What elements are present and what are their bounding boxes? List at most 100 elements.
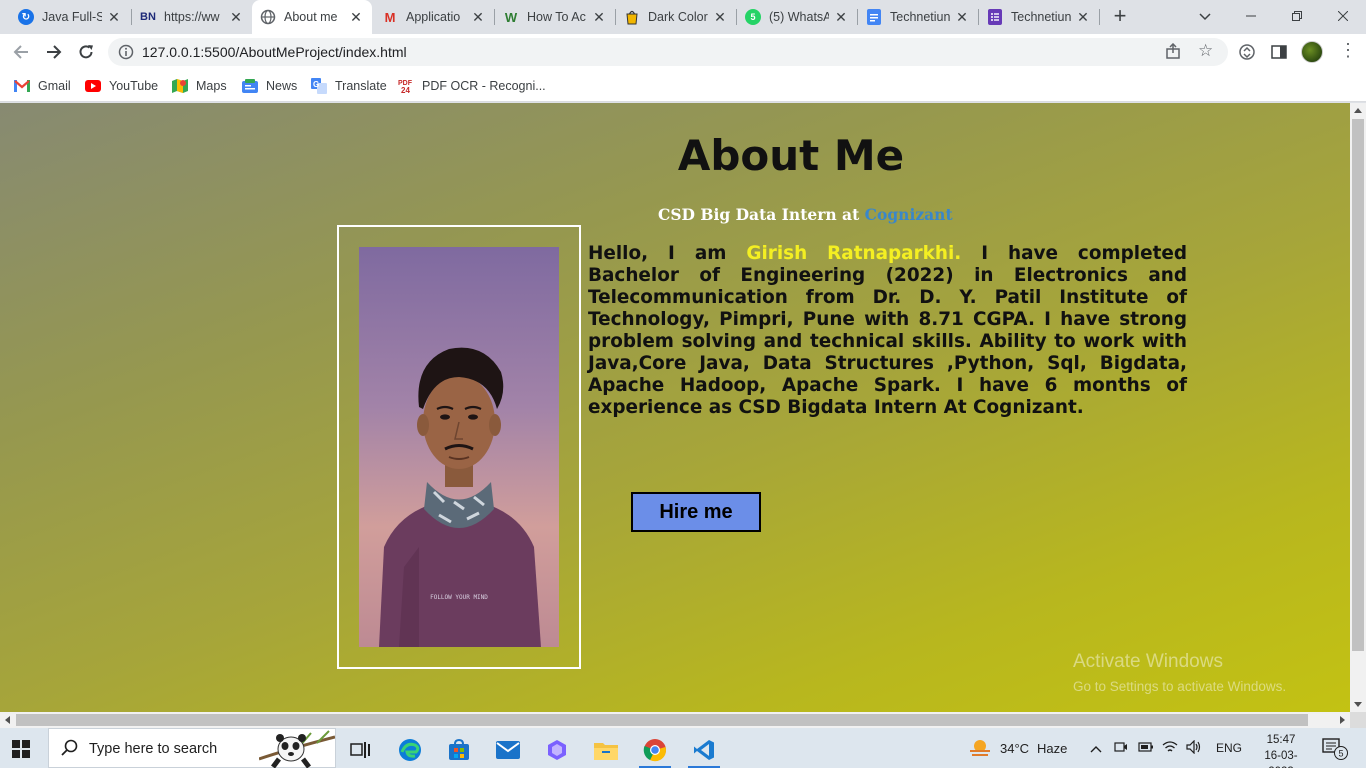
windows-start-icon[interactable] [12,740,30,763]
share-icon[interactable] [1165,42,1181,64]
person-name: Girish Ratnaparkhi. [746,243,962,264]
tab-bn-site[interactable]: BN https://ww ✕ [132,0,252,34]
tab-whatsapp[interactable]: 5 (5) WhatsA ✕ [737,0,857,34]
scrollbar-thumb[interactable] [1352,119,1364,651]
vscode-icon[interactable] [684,732,724,768]
edge-icon[interactable] [390,732,430,768]
haze-icon [970,740,990,756]
taskbar-clock[interactable]: 15:47 16-03-2023 [1253,732,1309,768]
horizontal-scrollbar[interactable] [0,712,1350,728]
job-subtitle: CSD Big Data Intern at Cognizant [658,205,953,224]
tab-title: Technetiun [1011,10,1071,24]
tab-title: Applicatio [406,10,461,24]
url-text[interactable]: 127.0.0.1:5500/AboutMeProject/index.html [142,44,407,60]
page-viewport: About Me CSD Big Data Intern at Cognizan… [0,103,1350,712]
bookmark-maps[interactable]: Maps [172,76,227,96]
svg-text:G: G [313,80,319,89]
bookmark-news[interactable]: News [242,76,297,96]
tab-about-me[interactable]: About me ✕ [252,0,372,34]
close-icon[interactable]: ✕ [833,9,849,26]
bookmark-label: YouTube [109,79,159,93]
bookmark-gmail[interactable]: Gmail [14,76,71,96]
bookmark-label: Translate [335,79,387,93]
scroll-down-arrow[interactable] [1354,702,1362,707]
watermark-title: Activate Windows [1073,651,1223,672]
close-icon[interactable]: ✕ [106,9,122,26]
scroll-left-arrow[interactable] [5,716,10,724]
bn-favicon: BN [140,11,156,23]
news-icon [242,78,258,94]
close-icon[interactable]: ✕ [348,9,364,26]
close-icon[interactable]: ✕ [591,9,607,26]
close-icon[interactable]: ✕ [228,9,244,26]
side-panel-icon[interactable] [1269,42,1289,62]
windows-taskbar: Type here to search 34°C Haze ENG 15:47 … [0,728,1366,768]
volume-icon[interactable] [1186,739,1202,757]
watermark-subtitle: Go to Settings to activate Windows. [1073,679,1287,694]
close-icon[interactable]: ✕ [1075,9,1091,26]
tab-java-fullstack[interactable]: ↻ Java Full-S ✕ [10,0,130,34]
restore-button[interactable] [1274,0,1320,34]
wikihow-icon: W [504,9,518,25]
whatsapp-icon: 5 [745,9,761,25]
tab-title: Technetiun [890,10,950,24]
job-title-text: CSD Big Data Intern at [658,205,860,224]
taskbar-search-box[interactable]: Type here to search [48,728,336,768]
back-button[interactable] [9,40,33,64]
bookmark-translate[interactable]: G Translate [311,76,387,96]
media-control-icon[interactable] [1237,42,1257,62]
language-indicator[interactable]: ENG [1216,741,1242,755]
google-docs-icon [866,9,882,25]
new-tab-button[interactable]: + [1108,5,1132,29]
mail-icon[interactable] [488,732,528,768]
scrollbar-corner [1350,712,1366,728]
tab-divider [1099,9,1100,25]
company-link[interactable]: Cognizant [865,205,953,224]
file-explorer-icon[interactable] [586,732,626,768]
bio-intro: Hello, I am [588,243,727,264]
weather-description: Haze [1037,740,1068,756]
chevron-up-icon[interactable] [1090,741,1102,756]
tab-how-to[interactable]: W How To Ac ✕ [495,0,615,34]
bookmark-label: Gmail [38,79,71,93]
minimize-button[interactable] [1228,0,1274,34]
forward-button[interactable] [42,40,66,64]
reload-button[interactable] [74,40,98,64]
scrollbar-thumb[interactable] [16,714,1308,726]
close-icon[interactable]: ✕ [712,9,728,26]
tab-dark-color[interactable]: Dark Color ✕ [616,0,736,34]
scroll-up-arrow[interactable] [1354,108,1362,113]
weather-temperature: 34°C [1000,740,1030,756]
wifi-icon[interactable] [1162,740,1178,757]
chrome-icon[interactable] [635,732,675,768]
microsoft-store-icon[interactable] [439,732,479,768]
weather-widget[interactable]: 34°C Haze [968,728,1067,768]
shop-bag-icon [624,9,640,25]
notification-center-icon[interactable]: 5 [1322,738,1348,765]
bookmark-star-icon[interactable]: ☆ [1198,41,1213,61]
address-bar[interactable]: 127.0.0.1:5500/AboutMeProject/index.html… [108,38,1228,66]
tab-strip: ↻ Java Full-S ✕ BN https://ww ✕ About me… [0,0,1366,34]
tab-search-button[interactable] [1182,0,1228,34]
browser-menu-icon[interactable]: ⋮ [1338,41,1358,62]
hire-me-button[interactable]: Hire me [631,492,761,532]
close-window-button[interactable] [1320,0,1366,34]
meet-now-icon[interactable] [1114,740,1128,757]
site-info-icon[interactable] [118,44,134,60]
battery-icon[interactable] [1138,741,1154,756]
notification-count: 5 [1338,749,1343,759]
bookmark-youtube[interactable]: YouTube [85,76,158,96]
task-view-icon[interactable] [340,732,380,768]
tab-technetium-form[interactable]: Technetiun ✕ [979,0,1099,34]
profile-avatar[interactable] [1301,41,1323,63]
bookmark-pdf-ocr[interactable]: PDF 24 PDF OCR - Recogni... [398,76,546,96]
close-icon[interactable]: ✕ [954,9,970,26]
copilot-app-icon[interactable] [537,732,577,768]
svg-text:24: 24 [401,86,410,94]
scroll-right-arrow[interactable] [1340,716,1345,724]
tab-application[interactable]: M Applicatio ✕ [374,0,494,34]
close-icon[interactable]: ✕ [470,9,486,26]
tab-technetium-doc[interactable]: Technetiun ✕ [858,0,978,34]
search-highlight-panda-icon [258,729,336,768]
vertical-scrollbar[interactable] [1350,103,1366,712]
